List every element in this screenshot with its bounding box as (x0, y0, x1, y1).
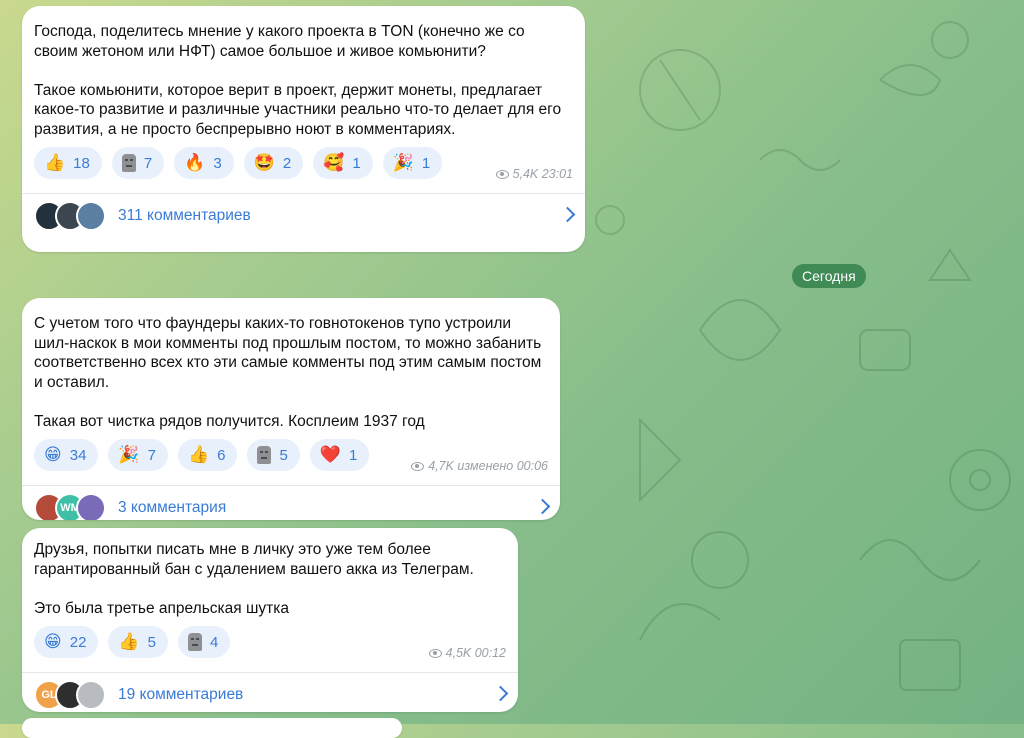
avatar (76, 680, 106, 710)
reaction-fire[interactable]: 🔥 3 (174, 147, 234, 179)
party-popper-icon: 🎉 (118, 444, 140, 465)
reaction-moai[interactable]: 7 (111, 147, 165, 179)
smiling-hearts-icon: 🥰 (323, 152, 345, 173)
chevron-right-icon (534, 498, 551, 515)
commenter-avatars (34, 201, 106, 231)
reaction-smiling-hearts[interactable]: 🥰 1 (313, 147, 373, 179)
star-struck-icon: 🤩 (253, 152, 275, 173)
commenter-avatars: WM (34, 493, 106, 520)
comments-count-label: 3 комментария (118, 499, 227, 516)
post-meta-row: 👍 18 7 🔥 3 🤩 2 🥰 1 🎉 1 5,4K 23:01 (34, 147, 573, 183)
comments-link[interactable]: GL 19 комментариев (22, 673, 518, 712)
views-and-time: 4,5K 00:12 (428, 646, 506, 660)
moai-icon (187, 633, 202, 651)
reaction-party-popper[interactable]: 🎉 7 (108, 439, 168, 471)
post-meta-row: 😁 22 👍 5 4 4,5K 00:12 (34, 626, 506, 662)
reaction-count: 4 (209, 633, 219, 651)
party-popper-icon: 🎉 (392, 152, 414, 173)
comments-count-label: 19 комментариев (118, 686, 244, 703)
reaction-count: 1 (348, 446, 358, 464)
post-text: С учетом того что фаундеры каких-то говн… (34, 315, 542, 430)
reaction-thumbs-up[interactable]: 👍 18 (34, 147, 102, 179)
reaction-count: 7 (147, 446, 156, 464)
avatar (76, 201, 106, 231)
channel-post: С учетом того что фаундеры каких-то говн… (22, 298, 560, 520)
reaction-count: 18 (73, 154, 90, 172)
thumbs-up-icon: 👍 (118, 631, 140, 652)
moai-icon (121, 154, 136, 172)
reaction-thumbs-up[interactable]: 👍 5 (108, 626, 168, 658)
post-text: Господа, поделитесь мнение у какого прое… (34, 23, 562, 138)
reaction-count: 34 (69, 446, 87, 464)
comments-link[interactable]: WM 3 комментария (22, 486, 560, 520)
views-and-time: 4,7K изменено 00:06 (411, 459, 548, 473)
reaction-thumbs-up[interactable]: 👍 6 (177, 439, 238, 471)
moai-icon (257, 446, 272, 464)
reaction-count: 3 (213, 154, 222, 172)
reaction-count: 2 (282, 154, 292, 172)
thumbs-up-icon: 👍 (187, 444, 210, 465)
reaction-star-struck[interactable]: 🤩 2 (243, 147, 304, 179)
views-time-text: 4,7K изменено 00:06 (428, 459, 548, 473)
channel-post: Друзья, попытки писать мне в личку это у… (22, 528, 518, 712)
reaction-party-popper[interactable]: 🎉 1 (382, 147, 443, 179)
eye-icon (428, 648, 442, 658)
grinning-face-icon: 😁 (44, 631, 62, 652)
eye-icon (495, 169, 509, 179)
channel-post: Господа, поделитесь мнение у какого прое… (22, 6, 585, 252)
reaction-heart[interactable]: ❤️ 1 (309, 439, 370, 471)
commenter-avatars: GL (34, 680, 106, 710)
chevron-right-icon (559, 206, 576, 223)
reaction-count: 1 (421, 154, 431, 172)
post-meta-row: 😁 34 🎉 7 👍 6 5 ❤️ 1 4,7K изменено 00:06 (34, 439, 548, 475)
reaction-moai[interactable]: 5 (247, 439, 300, 471)
reaction-count: 1 (352, 154, 361, 172)
comments-count-label: 311 комментариев (118, 207, 251, 224)
reaction-count: 22 (69, 633, 87, 651)
reaction-count: 5 (147, 633, 156, 651)
reaction-count: 6 (217, 446, 226, 464)
reactions-bar: 👍 18 7 🔥 3 🤩 2 🥰 1 🎉 1 (34, 147, 573, 179)
fire-icon: 🔥 (184, 152, 206, 173)
chevron-right-icon (492, 685, 509, 702)
date-divider-pill: Сегодня (792, 264, 866, 288)
thumbs-up-icon: 👍 (44, 152, 66, 173)
post-text: Друзья, попытки писать мне в личку это у… (34, 541, 474, 617)
reaction-count: 7 (143, 154, 153, 172)
avatar (76, 493, 106, 520)
views-time-text: 4,5K 00:12 (445, 646, 506, 660)
eye-icon (411, 461, 425, 471)
views-and-time: 5,4K 23:01 (495, 167, 573, 181)
comments-link[interactable]: 311 комментариев (22, 194, 585, 238)
reaction-count: 5 (279, 446, 288, 464)
views-time-text: 5,4K 23:01 (512, 167, 573, 181)
reaction-grinning[interactable]: 😁 34 (34, 439, 99, 471)
heart-icon: ❤️ (319, 444, 341, 465)
reaction-moai[interactable]: 4 (177, 626, 231, 658)
reaction-grinning[interactable]: 😁 22 (34, 626, 99, 658)
grinning-face-icon: 😁 (44, 444, 62, 465)
next-post-edge (22, 718, 402, 738)
